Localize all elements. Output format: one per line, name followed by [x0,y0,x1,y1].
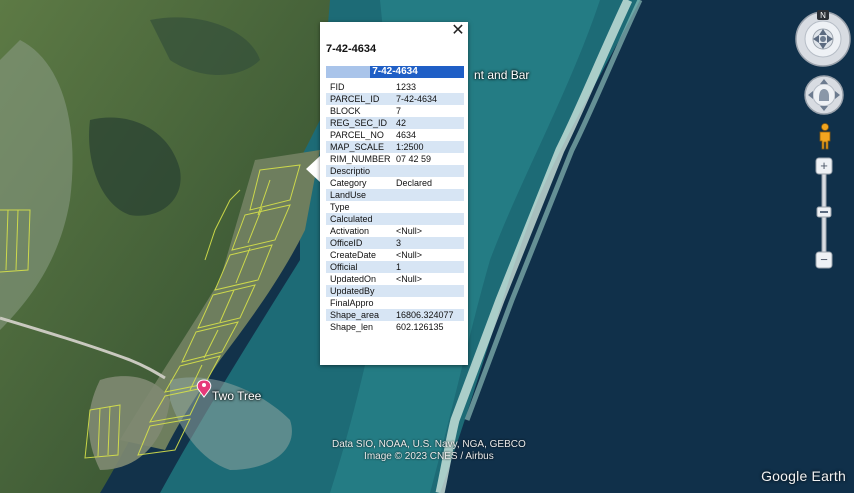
attribute-row: Category Declared [326,177,464,189]
attribute-value [392,165,464,177]
popup-header-label: 7-42-4634 [326,66,464,78]
attribute-value: 3 [392,237,464,249]
zoom-out-label: − [820,252,828,267]
attribute-key: Descriptio [326,165,392,177]
attribute-value [392,213,464,225]
attribute-key: Calculated [326,213,392,225]
attribute-value: 1:2500 [392,141,464,153]
attribution-image-line: Image © 2023 CNES / Airbus [364,451,494,462]
attribute-key: Shape_len [330,322,374,332]
attribute-key: UpdatedOn [330,274,377,284]
zoom-in-label: + [820,158,828,173]
attribute-key: FinalAppro [330,298,374,308]
attribute-value [392,285,464,297]
attribute-key: BLOCK [330,106,361,116]
attribute-row: MAP_SCALE 1:2500 [326,141,464,153]
attribute-value [392,201,464,213]
parcel-info-popup: ✕ 7-42-4634 7-42-4634 FID 1233 PARCEL_ID 7-… [320,22,468,365]
attribute-row: Activation <Null> [326,225,464,237]
popup-header: 7-42-4634 [326,66,464,78]
attribute-value: 42 [392,117,464,129]
zoom-thumb-icon [816,206,832,218]
attribute-key: PARCEL_NO [330,130,384,140]
attribute-key: Category [330,178,367,188]
look-joystick-icon[interactable] [803,74,845,116]
attribute-value: <Null> [396,226,423,236]
attribute-value: <Null> [396,250,423,260]
attribute-row: Shape_area 16806.324077 [326,309,464,321]
popup-tail [306,156,320,182]
attribute-row: Type [326,201,464,213]
attribute-row: Official 1 [326,261,464,273]
place-label-two-tree[interactable]: Two Tree [212,389,261,403]
attribute-row: BLOCK 7 [326,105,464,117]
compass-north-letter: N [820,11,826,20]
zoom-out-icon: − [815,251,833,269]
attribute-key: OfficeID [326,237,392,249]
map-attribution: Data SIO, NOAA, U.S. Navy, NGA, GEBCO Im… [332,439,526,463]
zoom-control[interactable]: + − [815,157,833,269]
attribute-row: REG_SEC_ID 42 [326,117,464,129]
attribute-row: FID 1233 [326,81,464,93]
attribute-key: UpdatedBy [326,285,392,297]
attribute-row: FinalAppro [326,297,464,309]
attribute-key: Activation [330,226,370,236]
attribute-row: UpdatedOn <Null> [326,273,464,285]
attribute-value: 1233 [396,82,417,92]
zoom-slider[interactable]: + − [815,157,833,269]
attribute-key: LandUse [326,189,392,201]
attribute-key: MAP_SCALE [326,141,392,153]
attribute-key: Type [330,202,350,212]
attribute-value: 4634 [396,130,417,140]
attribute-key: CreateDate [330,250,377,260]
attribute-row: OfficeID 3 [326,237,464,249]
pegman-icon[interactable] [816,123,834,151]
attribute-row: PARCEL_NO 4634 [326,129,464,141]
attribute-key: FID [330,82,345,92]
place-label-partial[interactable]: nt and Bar [474,68,529,82]
compass-control[interactable]: N [794,9,852,67]
attribute-value: 602.126135 [396,322,444,332]
attribute-key: PARCEL_ID [326,93,392,105]
attribute-row: Shape_len 602.126135 [326,321,464,333]
pegman-control[interactable] [816,123,834,151]
compass-icon[interactable]: N [794,9,852,67]
attribute-row: Calculated [326,213,464,225]
attribute-key: Shape_area [326,309,392,321]
attribute-row: Descriptio [326,165,464,177]
attribute-row: CreateDate <Null> [326,249,464,261]
attribute-value: 1 [392,261,464,273]
attribute-value: 07 42 59 [396,154,432,164]
attribute-value [392,297,464,309]
attribute-value: 16806.324077 [392,309,464,321]
google-earth-logo: Google Earth [761,468,846,484]
attribute-value: <Null> [396,274,423,284]
attribute-table: FID 1233 PARCEL_ID 7-42-4634 BLOCK 7 REG_SEC_I… [326,81,464,333]
attribute-value [392,189,464,201]
attribute-value: 7 [396,106,402,116]
attribute-value: Declared [396,178,433,188]
attribute-value: 7-42-4634 [392,93,464,105]
attribute-row: RIM_NUMBER 07 42 59 [326,153,464,165]
attribution-data-line: Data SIO, NOAA, U.S. Navy, NGA, GEBCO [332,439,526,450]
popup-title: 7-42-4634 [326,43,377,55]
attribute-key: REG_SEC_ID [326,117,392,129]
attribute-row: LandUse [326,189,464,201]
attribute-row: UpdatedBy [326,285,464,297]
attribute-key: Official [326,261,392,273]
close-icon[interactable]: ✕ [451,23,465,39]
look-joystick-control[interactable] [803,74,845,116]
attribute-row: PARCEL_ID 7-42-4634 [326,93,464,105]
zoom-in-icon: + [815,157,833,175]
attribute-key: RIM_NUMBER [330,154,391,164]
